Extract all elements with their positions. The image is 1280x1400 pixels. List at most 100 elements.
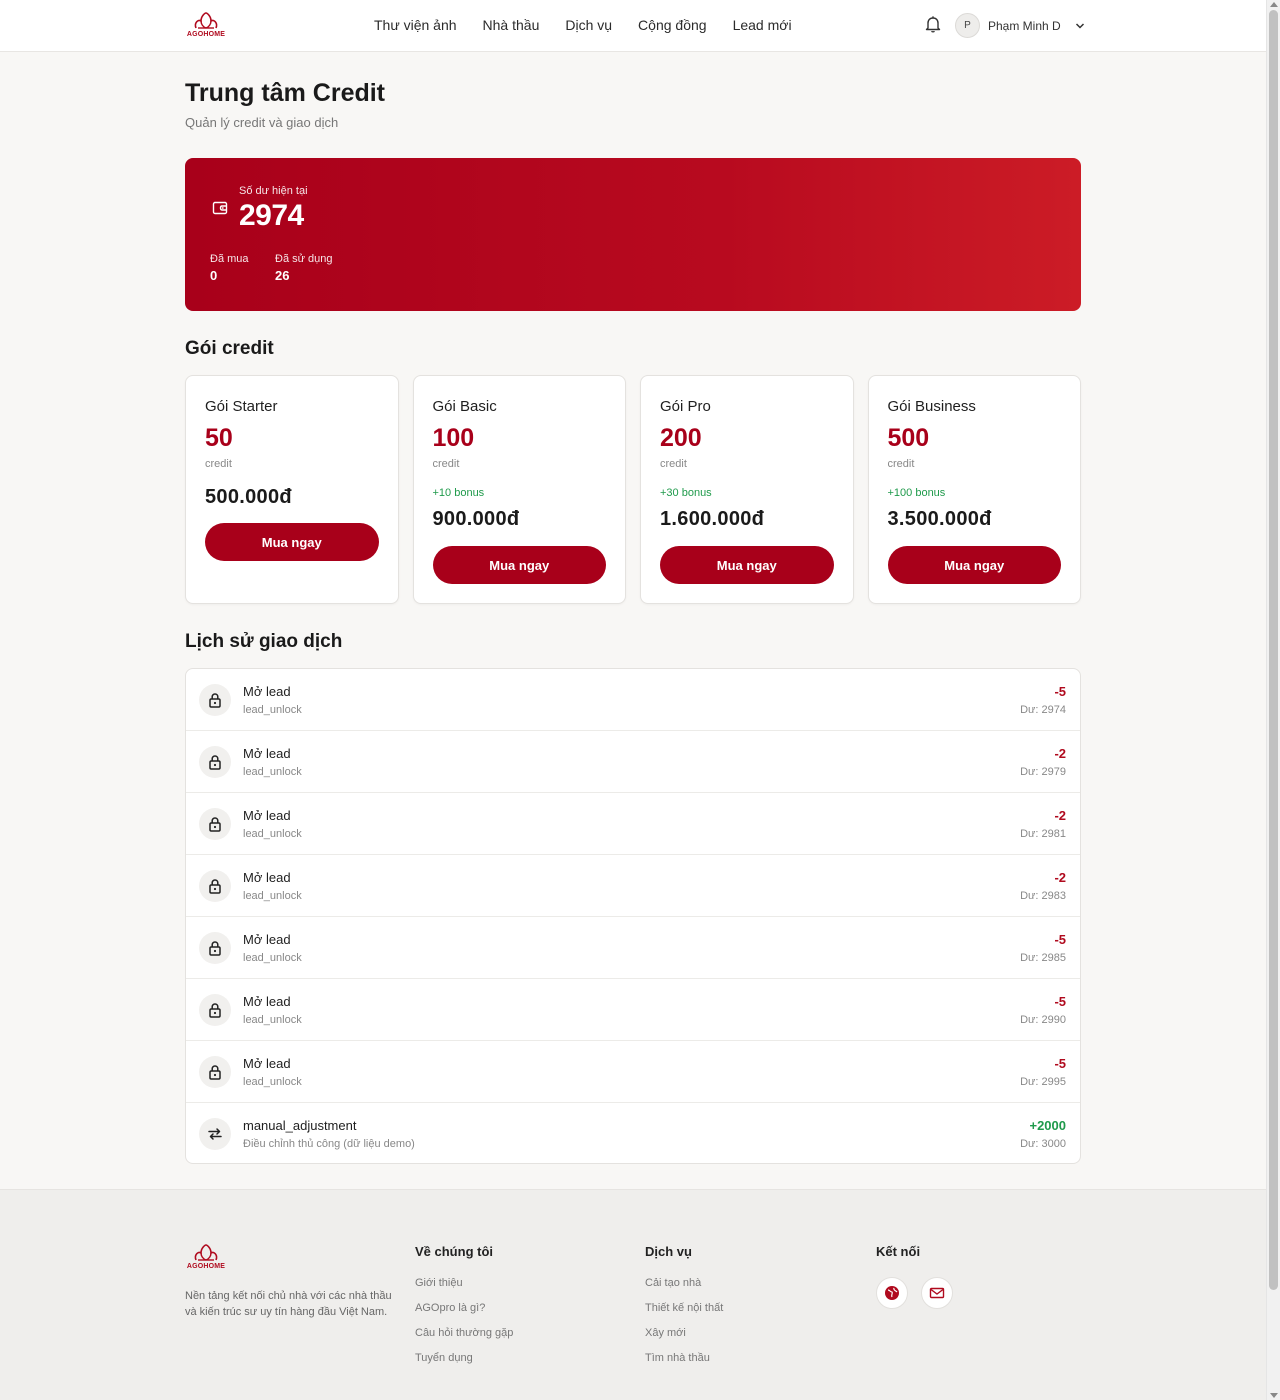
footer: AGOHOME Nền tảng kết nối chủ nhà với các… <box>0 1189 1266 1400</box>
buy-now-button[interactable]: Mua ngay <box>432 546 606 584</box>
nav-item-contractors[interactable]: Nhà thầu <box>483 17 540 33</box>
transaction-balance: Dư: 3000 <box>1020 1138 1066 1150</box>
lock-icon <box>199 994 231 1026</box>
footer-link-faq[interactable]: Câu hỏi thường gặp <box>415 1327 513 1339</box>
transaction-type: lead_unlock <box>243 1076 302 1088</box>
footer-link-new-build[interactable]: Xây mới <box>645 1327 723 1339</box>
footer-link-about[interactable]: Giới thiệu <box>415 1277 513 1289</box>
lock-icon <box>199 870 231 902</box>
nav-item-new-leads[interactable]: Lead mới <box>733 17 792 33</box>
transaction-amount: -5 <box>1054 994 1066 1009</box>
package-price: 900.000đ <box>432 508 520 530</box>
package-credit: 100 <box>432 424 475 452</box>
page-scrollbar[interactable] <box>1266 0 1280 1400</box>
footer-link-careers[interactable]: Tuyển dụng <box>415 1352 513 1364</box>
buy-now-button[interactable]: Mua ngay <box>887 546 1061 584</box>
transaction-row: Mở lead lead_unlock -2 Dư: 2979 <box>186 731 1080 793</box>
package-name: Gói Pro <box>660 398 711 415</box>
packages-heading: Gói credit <box>185 338 274 359</box>
transaction-amount: -2 <box>1054 870 1066 885</box>
transaction-type: lead_unlock <box>243 890 302 902</box>
package-price: 3.500.000đ <box>887 508 992 530</box>
transaction-amount: +2000 <box>1029 1118 1066 1133</box>
footer-link-interior[interactable]: Thiết kế nội thất <box>645 1302 723 1314</box>
package-unit: credit <box>660 458 687 470</box>
scroll-thumb[interactable] <box>1269 10 1278 1290</box>
transaction-title: manual_adjustment <box>243 1118 357 1133</box>
footer-link-agopro[interactable]: AGOpro là gì? <box>415 1302 513 1314</box>
transaction-balance: Dư: 2985 <box>1020 952 1066 964</box>
logo-text: AGOHOME <box>186 1263 226 1270</box>
packages-grid: Gói Starter 50 credit 500.000đ Mua ngay … <box>185 375 1081 604</box>
footer-logo[interactable]: AGOHOME <box>185 1242 227 1276</box>
footer-about-title: Về chúng tôi <box>415 1244 493 1259</box>
stat-used-value: 26 <box>275 268 290 283</box>
nav-item-services[interactable]: Dịch vụ <box>565 17 612 33</box>
lock-icon <box>199 808 231 840</box>
top-navbar: AGOHOME Thư viện ảnh Nhà thầu Dịch vụ Cộ… <box>0 0 1266 52</box>
balance-value: 2974 <box>239 199 304 232</box>
package-name: Gói Business <box>887 398 976 415</box>
footer-about: Về chúng tôi Giới thiệu AGOpro là gì? Câ… <box>415 1244 513 1377</box>
bell-icon[interactable] <box>925 15 941 33</box>
package-unit: credit <box>432 458 460 470</box>
stat-bought-label: Đã mua <box>210 253 249 265</box>
footer-connect: Kết nối <box>876 1244 953 1309</box>
package-credit: 500 <box>887 424 930 452</box>
transaction-balance: Dư: 2979 <box>1020 766 1066 778</box>
footer-link-find-contractor[interactable]: Tìm nhà thầu <box>645 1352 723 1364</box>
nav-item-community[interactable]: Cộng đồng <box>638 17 707 33</box>
transaction-amount: -5 <box>1054 1056 1066 1071</box>
globe-icon[interactable] <box>876 1277 908 1309</box>
package-card-pro: Gói Pro 200 credit +30 bonus 1.600.000đ … <box>640 375 854 604</box>
logo-mark-icon <box>194 12 218 29</box>
buy-now-button[interactable]: Mua ngay <box>660 546 834 584</box>
buy-now-button[interactable]: Mua ngay <box>205 523 379 561</box>
lock-icon <box>199 1056 231 1088</box>
transaction-list: Mở lead lead_unlock -5 Dư: 2974 Mở lead lead_… <box>185 668 1081 1164</box>
transaction-title: Mở lead <box>243 994 291 1009</box>
transaction-row: Mở lead lead_unlock -5 Dư: 2985 <box>186 917 1080 979</box>
transaction-balance: Dư: 2995 <box>1020 1076 1066 1088</box>
scroll-down-arrow-icon[interactable] <box>1270 1393 1278 1398</box>
transaction-type: lead_unlock <box>243 704 302 716</box>
user-name: Phạm Minh D <box>988 18 1061 33</box>
nav-item-gallery[interactable]: Thư viện ảnh <box>374 17 457 33</box>
footer-link-renovation[interactable]: Cải tạo nhà <box>645 1277 723 1289</box>
transaction-row: Mở lead lead_unlock -5 Dư: 2974 <box>186 669 1080 731</box>
balance-label: Số dư hiện tại <box>239 185 308 197</box>
stat-bought: Đã mua 0 <box>210 253 249 283</box>
scroll-up-arrow-icon[interactable] <box>1270 2 1278 7</box>
transaction-amount: -2 <box>1054 808 1066 823</box>
transaction-type: lead_unlock <box>243 1014 302 1026</box>
package-bonus: +100 bonus <box>887 487 946 499</box>
transaction-title: Mở lead <box>243 1056 291 1071</box>
mail-icon[interactable] <box>921 1277 953 1309</box>
wallet-icon <box>212 201 228 215</box>
avatar: P <box>955 13 980 38</box>
transaction-title: Mở lead <box>243 684 291 699</box>
package-credit: 200 <box>660 424 702 452</box>
transaction-row: Mở lead lead_unlock -5 Dư: 2990 <box>186 979 1080 1041</box>
transaction-title: Mở lead <box>243 746 291 761</box>
package-unit: credit <box>205 458 232 470</box>
package-card-basic: Gói Basic 100 credit +10 bonus 900.000đ … <box>412 375 626 604</box>
user-menu[interactable]: P Phạm Minh D <box>955 13 1085 38</box>
transaction-row: Mở lead lead_unlock -5 Dư: 2995 <box>186 1041 1080 1103</box>
transaction-balance: Dư: 2981 <box>1020 828 1066 840</box>
transaction-balance: Dư: 2990 <box>1020 1014 1066 1026</box>
balance-card: Số dư hiện tại 2974 Đã mua 0 Đã sử dụng … <box>185 158 1081 311</box>
package-price: 500.000đ <box>205 486 292 508</box>
package-name: Gói Starter <box>205 398 278 415</box>
logo-text: AGOHOME <box>186 31 226 38</box>
footer-services-title: Dịch vụ <box>645 1244 692 1259</box>
lock-icon <box>199 684 231 716</box>
package-unit: credit <box>887 458 915 470</box>
lock-icon <box>199 746 231 778</box>
footer-services: Dịch vụ Cải tạo nhà Thiết kế nội thất Xâ… <box>645 1244 723 1377</box>
transaction-amount: -5 <box>1054 684 1066 699</box>
transaction-type: lead_unlock <box>243 952 302 964</box>
history-heading: Lịch sử giao dịch <box>185 631 343 652</box>
chevron-down-icon <box>1075 22 1084 29</box>
agohome-logo[interactable]: AGOHOME <box>185 10 227 42</box>
